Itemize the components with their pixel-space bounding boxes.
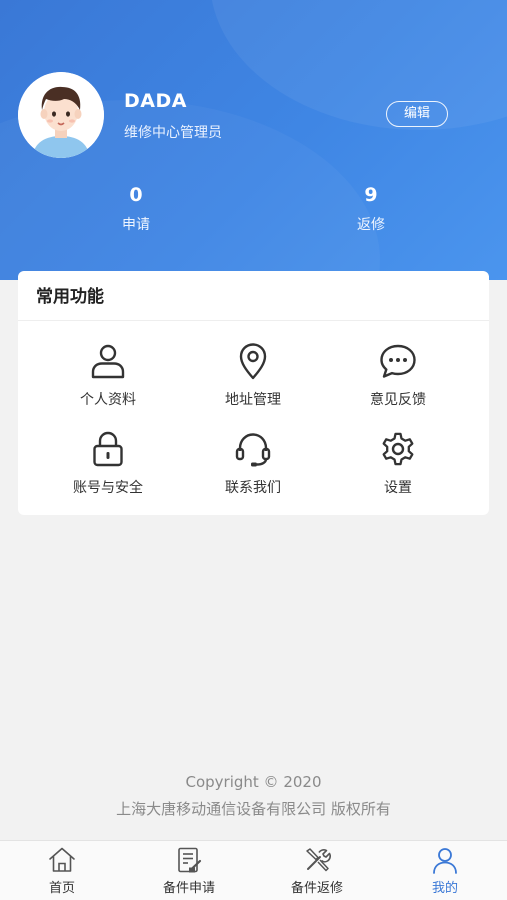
function-label: 账号与安全 bbox=[73, 480, 143, 496]
application-form-icon bbox=[178, 847, 202, 873]
boy-avatar-icon bbox=[18, 72, 104, 158]
profile-icon bbox=[433, 848, 457, 874]
tab-label: 备件申请 bbox=[162, 881, 215, 896]
function-contact-us[interactable]: 联系我们 bbox=[178, 429, 328, 497]
stat-return-label: 返修 bbox=[357, 217, 385, 233]
location-pin-icon bbox=[239, 343, 267, 380]
function-grid: 个人资料 地址管理 意见反馈 账号与安全 联系我们 设置 bbox=[18, 321, 489, 515]
tab-label: 首页 bbox=[48, 881, 75, 896]
function-personal-info[interactable]: 个人资料 bbox=[33, 341, 183, 409]
tab-parts-apply[interactable]: 备件申请 bbox=[134, 845, 244, 896]
user-icon bbox=[91, 344, 125, 379]
common-functions-card: 常用功能 个人资料 地址管理 意见反馈 账号与安全 联系我们 设置 bbox=[18, 271, 489, 515]
tab-home[interactable]: 首页 bbox=[7, 845, 117, 896]
stat-return-count: 9 bbox=[364, 184, 378, 206]
function-label: 个人资料 bbox=[80, 392, 136, 408]
headset-icon bbox=[235, 433, 271, 467]
gear-icon bbox=[382, 432, 414, 466]
user-name: DADA bbox=[124, 90, 187, 112]
stat-return[interactable]: 9 返修 bbox=[331, 182, 411, 234]
user-role: 维修中心管理员 bbox=[124, 125, 222, 141]
function-label: 地址管理 bbox=[225, 392, 281, 408]
home-icon bbox=[49, 847, 75, 872]
card-title: 常用功能 bbox=[18, 271, 489, 321]
edit-profile-button[interactable]: 编辑 bbox=[386, 101, 448, 127]
function-label: 意见反馈 bbox=[370, 392, 426, 408]
stat-apply-count: 0 bbox=[129, 184, 143, 206]
avatar[interactable] bbox=[18, 72, 104, 158]
lock-icon bbox=[93, 431, 123, 467]
company-text: 上海大唐移动通信设备有限公司 版权所有 bbox=[116, 800, 391, 818]
stat-apply-label: 申请 bbox=[122, 217, 150, 233]
stat-apply[interactable]: 0 申请 bbox=[96, 182, 176, 234]
function-address[interactable]: 地址管理 bbox=[178, 341, 328, 409]
chat-bubble-icon bbox=[380, 344, 416, 378]
function-feedback[interactable]: 意见反馈 bbox=[323, 341, 473, 409]
tab-parts-repair[interactable]: 备件返修 bbox=[262, 845, 372, 896]
tab-mine[interactable]: 我的 bbox=[390, 845, 500, 896]
header-decoration bbox=[210, 0, 507, 130]
function-label: 联系我们 bbox=[225, 480, 281, 496]
tab-label: 我的 bbox=[431, 881, 458, 896]
function-label: 设置 bbox=[384, 480, 412, 496]
tab-label: 备件返修 bbox=[290, 881, 343, 896]
function-settings[interactable]: 设置 bbox=[323, 429, 473, 497]
tools-icon bbox=[306, 848, 331, 872]
bottom-tab-bar: 首页 备件申请 备件返修 我的 bbox=[0, 840, 507, 900]
function-account-security[interactable]: 账号与安全 bbox=[33, 429, 183, 497]
profile-header: DADA 维修中心管理员 编辑 0 申请 9 返修 bbox=[0, 0, 507, 280]
copyright-text: Copyright © 2020 bbox=[185, 773, 322, 791]
